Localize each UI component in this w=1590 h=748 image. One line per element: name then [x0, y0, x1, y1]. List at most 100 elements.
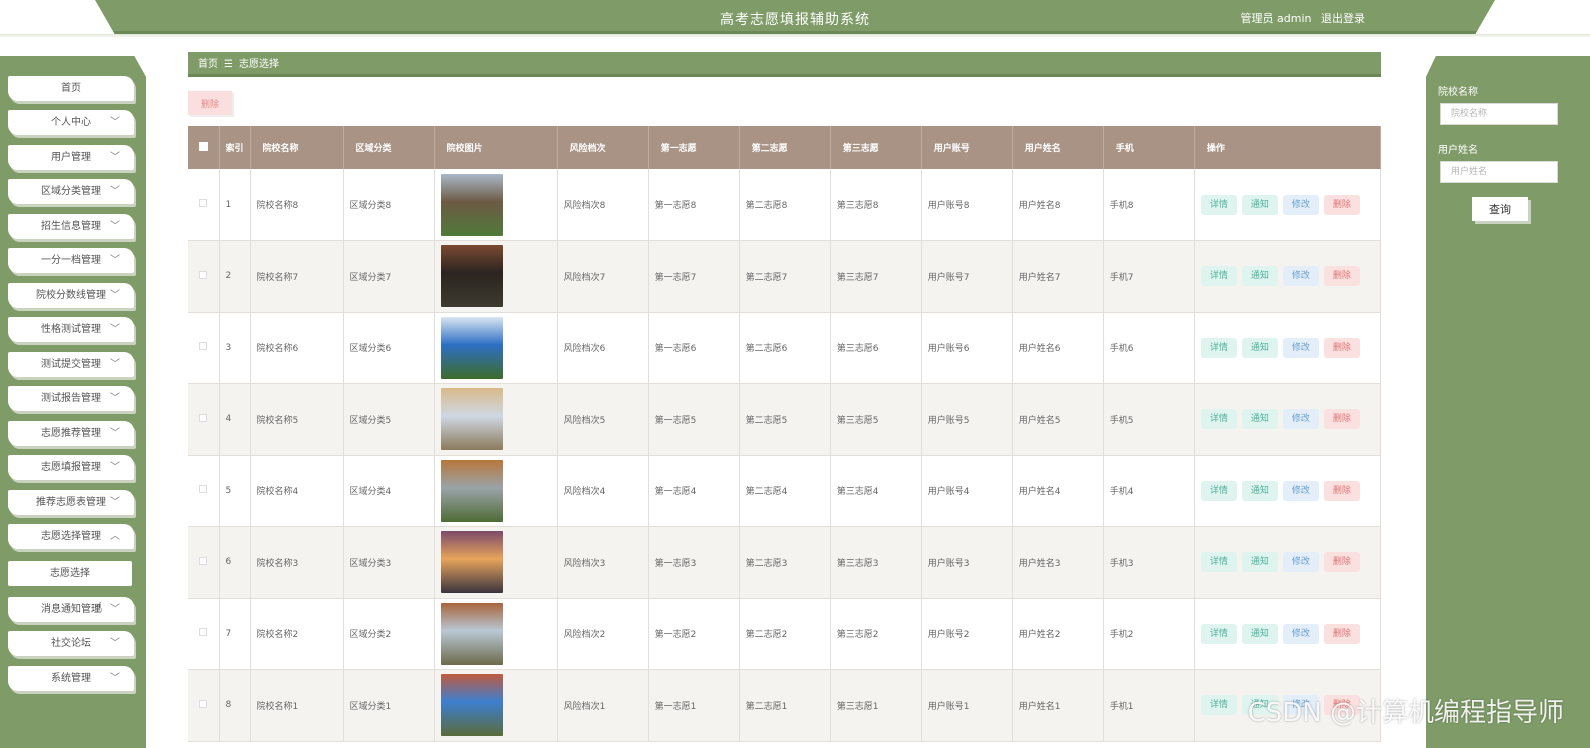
school-image[interactable]: [440, 173, 503, 236]
sidebar-item-0[interactable]: 首页: [8, 76, 134, 101]
sidebar-item-8[interactable]: 测试提交管理 ﹀: [8, 352, 134, 377]
detail-button[interactable]: 详情: [1200, 409, 1237, 430]
row-checkbox[interactable]: [188, 312, 220, 384]
cell-actions: 详情 通知 修改 删除: [1194, 598, 1382, 670]
edit-button[interactable]: 修改: [1282, 552, 1319, 573]
notify-button[interactable]: 通知: [1241, 552, 1278, 573]
notify-button[interactable]: 通知: [1241, 337, 1278, 358]
cell-index: 6: [219, 526, 251, 599]
sidebar-item-5[interactable]: 一分一档管理 ﹀: [8, 248, 134, 273]
row-checkbox[interactable]: [188, 526, 220, 599]
delete-button[interactable]: 删除: [1323, 623, 1360, 644]
detail-button[interactable]: 详情: [1200, 480, 1237, 501]
sidebar-item-11[interactable]: 志愿填报管理 ﹀: [8, 455, 134, 480]
notify-button[interactable]: 通知: [1241, 623, 1278, 644]
delete-button[interactable]: 删除: [1323, 266, 1360, 287]
cell-risk: 风险档次3: [557, 526, 649, 599]
bulk-delete-button[interactable]: 删除: [188, 91, 232, 115]
sidebar-item-16[interactable]: 社交论坛 ﹀: [8, 631, 134, 656]
delete-button[interactable]: 删除: [1323, 194, 1360, 215]
row-checkbox[interactable]: [188, 169, 220, 241]
cell-c2: 第二志愿7: [739, 240, 831, 313]
school-image[interactable]: [440, 316, 503, 379]
cell-risk: 风险档次6: [557, 312, 649, 384]
row-checkbox[interactable]: [188, 598, 220, 670]
delete-button[interactable]: 删除: [1323, 552, 1360, 573]
cell-risk: 风险档次1: [557, 669, 649, 742]
sidebar-item-label: 推荐志愿表管理: [36, 497, 106, 508]
table-row: 8 院校名称1 区域分类1 风险档次1 第一志愿1 第二志愿1 第三志愿1 用户账号1 用户姓名…: [188, 669, 1382, 742]
chevron-down-icon: ﹀: [110, 673, 120, 684]
school-image[interactable]: [440, 602, 503, 665]
row-checkbox[interactable]: [188, 383, 220, 456]
sidebar-item-label: 志愿推荐管理: [41, 428, 101, 439]
edit-button[interactable]: 修改: [1282, 480, 1319, 501]
sidebar-item-10[interactable]: 志愿推荐管理 ﹀: [8, 421, 134, 446]
sidebar-item-12[interactable]: 推荐志愿表管理 ﹀: [8, 490, 134, 515]
detail-button[interactable]: 详情: [1200, 695, 1237, 716]
cell-c2: 第二志愿3: [739, 526, 831, 599]
notify-button[interactable]: 通知: [1241, 480, 1278, 501]
sidebar-item-13[interactable]: 志愿选择管理 ︿: [8, 524, 134, 549]
user-search-input[interactable]: [1440, 161, 1558, 183]
notify-button[interactable]: 通知: [1241, 194, 1278, 215]
notify-button[interactable]: 通知: [1241, 409, 1278, 430]
notify-button[interactable]: 通知: [1241, 266, 1278, 287]
detail-button[interactable]: 详情: [1200, 266, 1237, 287]
sidebar-item-4[interactable]: 招生信息管理 ﹀: [8, 214, 134, 239]
cell-name: 用户姓名7: [1012, 240, 1104, 313]
detail-button[interactable]: 详情: [1200, 194, 1237, 215]
user-area: 管理员 admin 退出登录: [1235, 10, 1365, 26]
sidebar-item-15[interactable]: 消息通知管理 ﹀: [8, 597, 134, 622]
delete-button[interactable]: 删除: [1323, 409, 1360, 430]
sidebar-item-17[interactable]: 系统管理 ﹀: [8, 666, 134, 691]
sidebar-item-6[interactable]: 院校分数线管理 ﹀: [8, 283, 134, 308]
cell-c1: 第一志愿4: [648, 455, 740, 527]
school-search-input[interactable]: [1440, 103, 1558, 125]
sidebar-item-label: 招生信息管理: [41, 221, 101, 232]
query-button[interactable]: 查询: [1472, 197, 1528, 221]
sidebar-item-9[interactable]: 测试报告管理 ﹀: [8, 386, 134, 411]
edit-button[interactable]: 修改: [1282, 337, 1319, 358]
detail-button[interactable]: 详情: [1200, 337, 1237, 358]
cell-risk: 风险档次4: [557, 455, 649, 527]
breadcrumb: 首页 ☰ 志愿选择: [188, 52, 1381, 77]
sidebar-subitem-14[interactable]: 志愿选择: [8, 561, 132, 586]
edit-button[interactable]: 修改: [1282, 623, 1319, 644]
sidebar-item-7[interactable]: 性格测试管理 ﹀: [8, 317, 134, 342]
row-checkbox[interactable]: [188, 455, 220, 527]
school-image[interactable]: [440, 531, 503, 594]
logout-link[interactable]: 退出登录: [1321, 12, 1365, 25]
sidebar-item-label: 测试报告管理: [41, 393, 101, 404]
cell-c1: 第一志愿7: [648, 240, 740, 313]
school-image[interactable]: [440, 459, 503, 522]
cell-index: 7: [219, 598, 251, 670]
detail-button[interactable]: 详情: [1200, 552, 1237, 573]
row-checkbox[interactable]: [188, 669, 220, 742]
school-image[interactable]: [440, 674, 503, 737]
breadcrumb-home[interactable]: 首页: [198, 59, 218, 70]
sidebar-item-3[interactable]: 区域分类管理 ﹀: [8, 179, 134, 204]
row-checkbox[interactable]: [188, 240, 220, 313]
sidebar-item-label: 性格测试管理: [41, 324, 101, 335]
detail-button[interactable]: 详情: [1200, 623, 1237, 644]
sidebar-item-2[interactable]: 用户管理 ﹀: [8, 145, 134, 170]
cell-school-image: [434, 455, 558, 527]
delete-button[interactable]: 删除: [1323, 480, 1360, 501]
chevron-down-icon: ﹀: [110, 428, 120, 439]
cell-region: 区域分类6: [343, 312, 435, 384]
select-all-checkbox[interactable]: [188, 126, 220, 169]
edit-button[interactable]: 修改: [1282, 194, 1319, 215]
cell-c3: 第三志愿2: [830, 598, 922, 670]
edit-button[interactable]: 修改: [1282, 409, 1319, 430]
delete-button[interactable]: 删除: [1323, 337, 1360, 358]
cell-index: 2: [219, 240, 251, 313]
school-image[interactable]: [440, 245, 503, 308]
school-image[interactable]: [440, 388, 503, 451]
cell-name: 用户姓名5: [1012, 383, 1104, 456]
cell-school: 院校名称5: [250, 383, 344, 456]
cell-name: 用户姓名3: [1012, 526, 1104, 599]
sidebar-item-1[interactable]: 个人中心 ﹀: [8, 110, 134, 135]
cell-index: 4: [219, 383, 251, 456]
edit-button[interactable]: 修改: [1282, 266, 1319, 287]
